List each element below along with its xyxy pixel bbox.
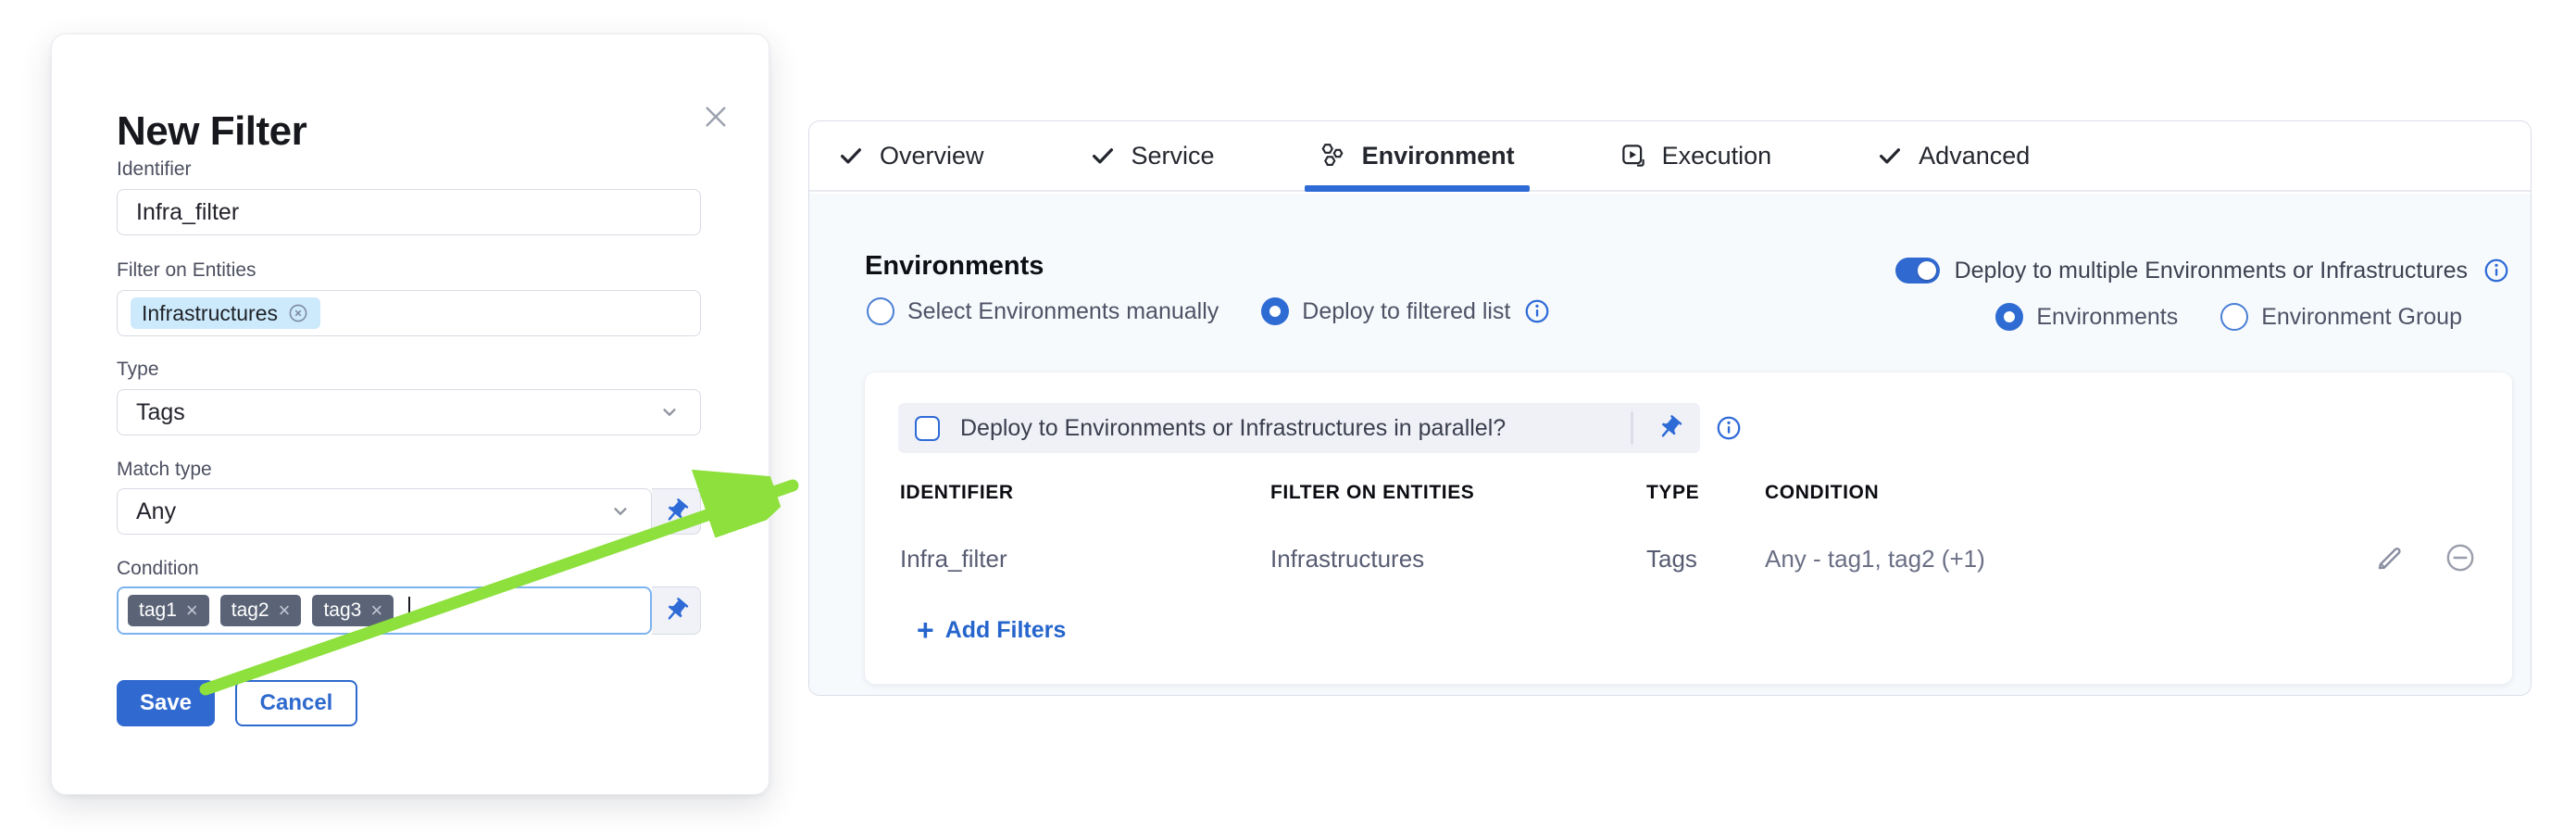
tab-label: Environment [1362,142,1515,170]
add-filters-label: Add Filters [945,617,1067,644]
multi-env-toggle-row: Deploy to multiple Environments or Infra… [1895,257,2510,284]
cancel-button[interactable]: Cancel [235,680,357,726]
entity-chip: Infrastructures [131,297,320,329]
pin-icon [662,597,690,624]
toggle-knob [1918,261,1936,280]
edit-icon[interactable] [2374,542,2406,574]
tab-overview[interactable]: Overview [837,121,984,190]
check-icon [837,142,865,170]
info-icon[interactable] [1715,414,1743,442]
parallel-deploy-bar: Deploy to Environments or Infrastructure… [898,403,1700,453]
condition-tag: tag1 × [128,595,209,626]
tag-remove-icon[interactable]: × [370,600,382,621]
tab-service[interactable]: Service [1089,121,1215,190]
save-button[interactable]: Save [117,680,215,726]
close-icon[interactable] [702,103,730,131]
match-type-select[interactable]: Any [117,488,652,535]
execution-icon [1619,142,1647,170]
chevron-down-icon [657,400,682,424]
identifier-input[interactable]: Infra_filter [117,189,701,235]
divider [1631,411,1633,445]
tag-remove-icon[interactable]: × [186,600,198,621]
identifier-value: Infra_filter [136,199,239,226]
environment-mode-radios: Select Environments manually Deploy to f… [867,297,1551,325]
remove-icon[interactable] [2445,542,2476,574]
tab-advanced[interactable]: Advanced [1876,121,2030,190]
match-type-pin-button[interactable] [652,488,701,535]
multi-env-toggle[interactable] [1895,258,1940,284]
tag-remove-icon[interactable]: × [279,600,291,621]
parallel-checkbox[interactable] [915,416,940,441]
condition-pin-button[interactable] [652,586,701,635]
plus-icon: + [917,615,934,645]
radio-select-manually[interactable] [867,297,894,325]
condition-input[interactable]: tag1 × tag2 × tag3 × [117,586,652,635]
pin-icon[interactable] [1656,414,1683,442]
radio-environments[interactable] [1995,303,2023,331]
stage-tabbar: Overview Service Environment Execution A [809,121,2531,192]
pipeline-stage-panel: Overview Service Environment Execution A [808,120,2532,696]
tab-label: Advanced [1919,142,2030,170]
tab-label: Service [1132,142,1215,170]
filters-card: Deploy to Environments or Infrastructure… [864,372,2513,685]
match-type-value: Any [136,498,176,525]
col-header-identifier: IDENTIFIER [900,482,1014,504]
row-identifier: Infra_filter [900,545,1007,574]
row-filter-on-entities: Infrastructures [1270,545,1424,574]
radio-deploy-filtered-label: Deploy to filtered list [1302,298,1510,325]
environments-heading: Environments [865,251,1044,282]
col-header-condition: CONDITION [1765,482,1879,504]
new-filter-modal: New Filter Identifier Infra_filter Filte… [51,33,769,795]
col-header-filter-on-entities: FILTER ON ENTITIES [1270,482,1474,504]
environment-icon [1319,142,1347,170]
text-cursor [408,597,410,624]
tag-label: tag1 [139,599,177,622]
pin-icon [662,498,690,525]
tab-environment[interactable]: Environment [1319,121,1515,190]
tab-execution[interactable]: Execution [1619,121,1772,190]
tag-label: tag2 [231,599,269,622]
add-filters-button[interactable]: + Add Filters [917,615,1066,645]
check-icon [1089,142,1117,170]
condition-tag: tag3 × [312,595,394,626]
check-icon [1876,142,1904,170]
type-label: Type [117,359,159,381]
radio-environment-group-label: Environment Group [2261,304,2462,331]
radio-select-manually-label: Select Environments manually [907,298,1219,325]
row-condition: Any - tag1, tag2 (+1) [1765,545,1985,574]
chevron-down-icon [608,499,632,523]
match-type-label: Match type [117,459,212,481]
row-type: Tags [1646,545,1697,574]
info-icon[interactable] [1523,297,1551,325]
multi-env-toggle-label: Deploy to multiple Environments or Infra… [1955,258,2468,284]
filter-on-entities-input[interactable]: Infrastructures [117,290,701,336]
identifier-label: Identifier [117,158,192,181]
chip-remove-icon[interactable] [287,302,309,324]
col-header-type: TYPE [1646,482,1699,504]
radio-environments-label: Environments [2036,304,2178,331]
tab-label: Overview [880,142,984,170]
info-icon[interactable] [2482,257,2510,284]
tag-label: tag3 [323,599,361,622]
condition-label: Condition [117,558,199,580]
env-target-radios: Environments Environment Group [1995,303,2462,331]
modal-title: New Filter [117,108,306,155]
filter-on-entities-label: Filter on Entities [117,259,256,282]
type-select[interactable]: Tags [117,389,701,435]
type-value: Tags [136,399,185,426]
condition-tag: tag2 × [220,595,302,626]
radio-deploy-filtered[interactable] [1261,297,1289,325]
radio-environment-group[interactable] [2220,303,2248,331]
tab-label: Execution [1662,142,1772,170]
entity-chip-label: Infrastructures [142,301,278,326]
parallel-checkbox-label: Deploy to Environments or Infrastructure… [960,415,1631,442]
